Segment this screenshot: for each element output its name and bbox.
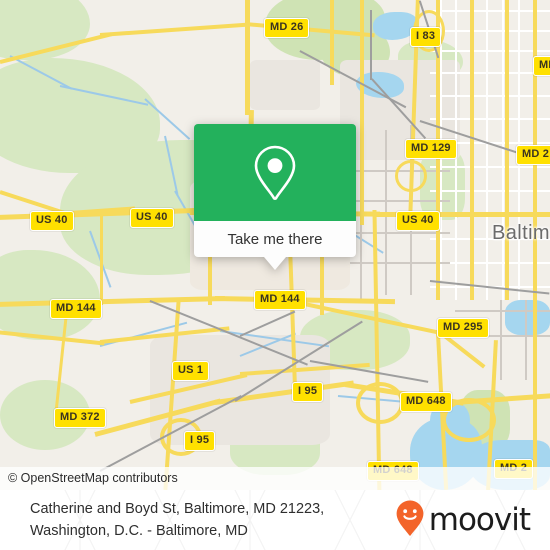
road-shield: MD 129 (405, 139, 457, 159)
road-shield: MD 648 (400, 392, 452, 412)
water-body (505, 300, 550, 335)
park-area (0, 250, 100, 340)
road-shield: I 83 (410, 27, 442, 47)
callout-marker-panel (194, 124, 356, 221)
address-block: Catherine and Boyd St, Baltimore, MD 212… (30, 490, 324, 550)
city-label: Baltim (492, 222, 550, 244)
road-shield: US 1 (172, 361, 210, 381)
road-shield: US 40 (396, 211, 440, 231)
road-shield: US 40 (130, 208, 174, 228)
moovit-smiley-pin-icon (395, 499, 425, 542)
address-line-1: Catherine and Boyd St, Baltimore, MD 212… (30, 500, 325, 517)
moovit-wordmark: moovit (428, 502, 531, 538)
footer-bar: Catherine and Boyd St, Baltimore, MD 212… (0, 490, 550, 550)
road-shield: MD 295 (437, 318, 489, 338)
road-shield: MD 144 (254, 290, 306, 310)
road-shield: MD 26 (264, 18, 310, 38)
road-shield: US 40 (30, 211, 74, 231)
osm-attribution[interactable]: © OpenStreetMap contributors (0, 467, 550, 490)
road-shield: I 95 (292, 382, 324, 402)
location-callout-card[interactable]: Take me there (194, 124, 356, 270)
road-shield: MD 2 (516, 145, 550, 165)
road-shield: I 95 (184, 431, 216, 451)
map-pin-icon (251, 143, 299, 203)
moovit-map-screenshot: MD 26 I 83 MD 129 MD 2 MD US 40 US 40 US 40 MD 1… (0, 0, 550, 550)
landuse-area (250, 60, 320, 110)
address-line-2: Washington, D.C. - Baltimore, MD (30, 523, 248, 539)
moovit-logo[interactable]: moovit (395, 490, 531, 550)
take-me-there-button[interactable]: Take me there (194, 221, 356, 257)
callout-pointer (264, 257, 286, 270)
park-area (420, 150, 465, 220)
road-shield: MD 144 (50, 299, 102, 319)
road-shield: MD (533, 56, 550, 76)
road-shield: MD 372 (54, 408, 106, 428)
